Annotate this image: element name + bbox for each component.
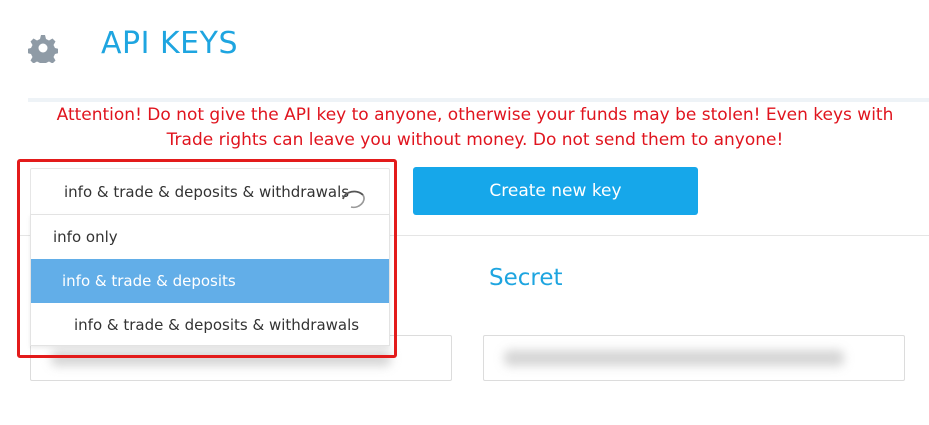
page-title: API KEYS [101,26,238,61]
secret-field[interactable] [483,335,905,381]
header-divider [28,98,929,102]
gear-icon [28,35,58,63]
create-new-key-button[interactable]: Create new key [413,167,698,215]
annotation-highlight-box [17,159,397,358]
secret-label: Secret [489,265,563,291]
redacted-secret-value [504,350,844,366]
security-warning: Attention! Do not give the API key to an… [56,105,894,150]
